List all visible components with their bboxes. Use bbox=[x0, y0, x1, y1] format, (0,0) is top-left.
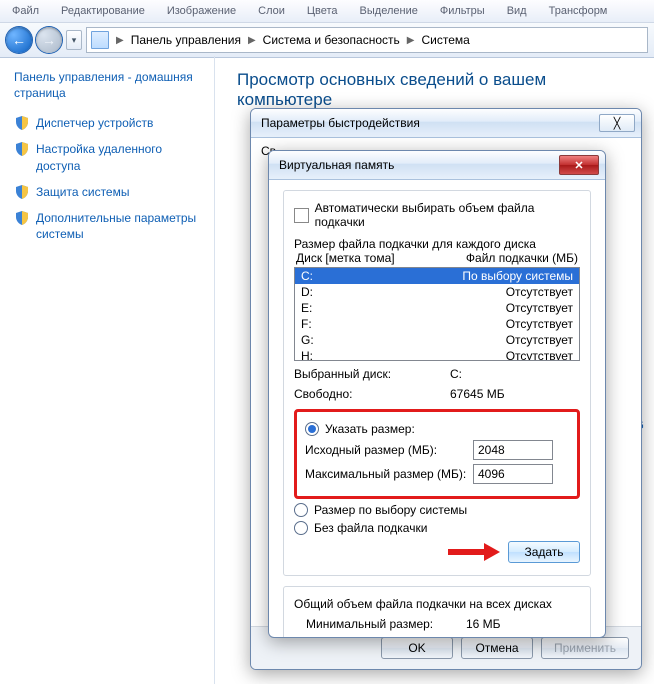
cancel-button[interactable]: Отмена bbox=[461, 637, 533, 659]
sidebar-item-advanced[interactable]: Дополнительные параметры системы bbox=[14, 210, 204, 242]
sidebar-item-remote[interactable]: Настройка удаленного доступа bbox=[14, 141, 204, 173]
page-title: Просмотр основных сведений о вашем компь… bbox=[237, 70, 638, 110]
pagefile-group: Автоматически выбирать объем файла подка… bbox=[283, 190, 591, 576]
breadcrumb-item[interactable]: Панель управления bbox=[131, 33, 241, 47]
free-space-label: Свободно: bbox=[294, 387, 444, 401]
shield-icon bbox=[14, 184, 30, 200]
sidebar-item-label: Защита системы bbox=[36, 184, 129, 200]
shield-icon bbox=[14, 141, 30, 157]
recommended-label: Рекомендуется: bbox=[306, 635, 466, 638]
chevron-right-icon: ▶ bbox=[406, 35, 416, 46]
system-managed-radio[interactable] bbox=[294, 503, 308, 517]
dialog-titlebar[interactable]: Параметры быстродействия ╳ bbox=[251, 109, 641, 138]
chevron-right-icon: ▶ bbox=[115, 35, 125, 46]
annotation-arrow-icon bbox=[448, 545, 500, 559]
drive-row[interactable]: E:Отсутствует bbox=[295, 300, 579, 316]
highlight-box: Указать размер: Исходный размер (МБ): Ма… bbox=[294, 409, 580, 499]
breadcrumb[interactable]: ▶ Панель управления ▶ Система и безопасн… bbox=[86, 27, 648, 53]
maximum-size-input[interactable] bbox=[473, 464, 553, 484]
no-pagefile-label: Без файла подкачки bbox=[314, 521, 427, 535]
min-size-value: 16 МБ bbox=[466, 617, 501, 631]
dialog-title: Виртуальная память bbox=[279, 158, 394, 172]
no-pagefile-radio[interactable] bbox=[294, 521, 308, 535]
auto-manage-label: Автоматически выбирать объем файла подка… bbox=[315, 201, 580, 229]
sidebar-item-label: Настройка удаленного доступа bbox=[36, 141, 204, 173]
breadcrumb-item[interactable]: Система и безопасность bbox=[263, 33, 400, 47]
column-drive: Диск [метка тома] bbox=[296, 251, 395, 265]
min-size-label: Минимальный размер: bbox=[306, 617, 466, 631]
free-space-value: 67645 МБ bbox=[450, 387, 505, 401]
close-icon[interactable]: ╳ bbox=[599, 114, 635, 132]
drive-listbox[interactable]: C:По выбору системы D:Отсутствует E:Отсу… bbox=[294, 267, 580, 361]
recommended-value: 12193 МБ bbox=[466, 635, 521, 638]
ok-button[interactable]: OK bbox=[381, 637, 453, 659]
custom-size-radio[interactable] bbox=[305, 422, 319, 436]
breadcrumb-item[interactable]: Система bbox=[421, 33, 469, 47]
totals-title: Общий объем файла подкачки на всех диска… bbox=[294, 597, 580, 611]
control-panel-icon bbox=[91, 31, 109, 49]
apply-button: Применить bbox=[541, 637, 629, 659]
menu-item[interactable]: Редактирование bbox=[61, 5, 145, 17]
shield-icon bbox=[14, 115, 30, 131]
selected-drive-value: C: bbox=[450, 367, 462, 381]
dialog-title: Параметры быстродействия bbox=[261, 116, 420, 130]
sidebar-item-device-manager[interactable]: Диспетчер устройств bbox=[14, 115, 204, 131]
custom-size-label: Указать размер: bbox=[325, 422, 415, 436]
selected-drive-label: Выбранный диск: bbox=[294, 367, 444, 381]
drive-row[interactable]: F:Отсутствует bbox=[295, 316, 579, 332]
sidebar-item-protection[interactable]: Защита системы bbox=[14, 184, 204, 200]
initial-size-label: Исходный размер (МБ): bbox=[305, 443, 473, 457]
sidebar-item-label: Диспетчер устройств bbox=[36, 115, 153, 131]
menu-item[interactable]: Выделение bbox=[360, 5, 418, 17]
menu-item[interactable]: Цвета bbox=[307, 5, 338, 17]
history-dropdown[interactable]: ▾ bbox=[66, 30, 82, 50]
explorer-navbar: ← → ▾ ▶ Панель управления ▶ Система и бе… bbox=[0, 23, 654, 58]
menu-item[interactable]: Вид bbox=[507, 5, 527, 17]
initial-size-input[interactable] bbox=[473, 440, 553, 460]
dialog-titlebar[interactable]: Виртуальная память ✕ bbox=[269, 151, 605, 180]
back-button[interactable]: ← bbox=[6, 27, 32, 53]
menu-item[interactable]: Изображение bbox=[167, 5, 236, 17]
forward-button: → bbox=[36, 27, 62, 53]
menu-item[interactable]: Трансформ bbox=[549, 5, 608, 17]
set-button[interactable]: Задать bbox=[508, 541, 580, 563]
drive-row[interactable]: C:По выбору системы bbox=[295, 268, 579, 284]
column-pagefile: Файл подкачки (МБ) bbox=[466, 251, 578, 265]
menu-item[interactable]: Файл bbox=[12, 5, 39, 17]
maximum-size-label: Максимальный размер (МБ): bbox=[305, 467, 473, 481]
close-icon[interactable]: ✕ bbox=[559, 155, 599, 175]
drive-list-label: Размер файла подкачки для каждого диска bbox=[294, 237, 580, 251]
shield-icon bbox=[14, 210, 30, 226]
menu-item[interactable]: Фильтры bbox=[440, 5, 485, 17]
menu-item[interactable]: Слои bbox=[258, 5, 285, 17]
sidebar-home-link[interactable]: Панель управления - домашняя страница bbox=[14, 70, 204, 101]
sidebar-item-label: Дополнительные параметры системы bbox=[36, 210, 204, 242]
drive-row[interactable]: G:Отсутствует bbox=[295, 332, 579, 348]
system-managed-label: Размер по выбору системы bbox=[314, 503, 467, 517]
auto-manage-checkbox[interactable] bbox=[294, 208, 309, 223]
sidebar: Панель управления - домашняя страница Ди… bbox=[0, 56, 214, 684]
virtual-memory-dialog: Виртуальная память ✕ Автоматически выбир… bbox=[268, 150, 606, 638]
drive-row[interactable]: H:Отсутствует bbox=[295, 348, 579, 361]
app-menu-bar: Файл Редактирование Изображение Слои Цве… bbox=[0, 0, 654, 23]
chevron-right-icon: ▶ bbox=[247, 35, 257, 46]
totals-group: Общий объем файла подкачки на всех диска… bbox=[283, 586, 591, 638]
drive-row[interactable]: D:Отсутствует bbox=[295, 284, 579, 300]
